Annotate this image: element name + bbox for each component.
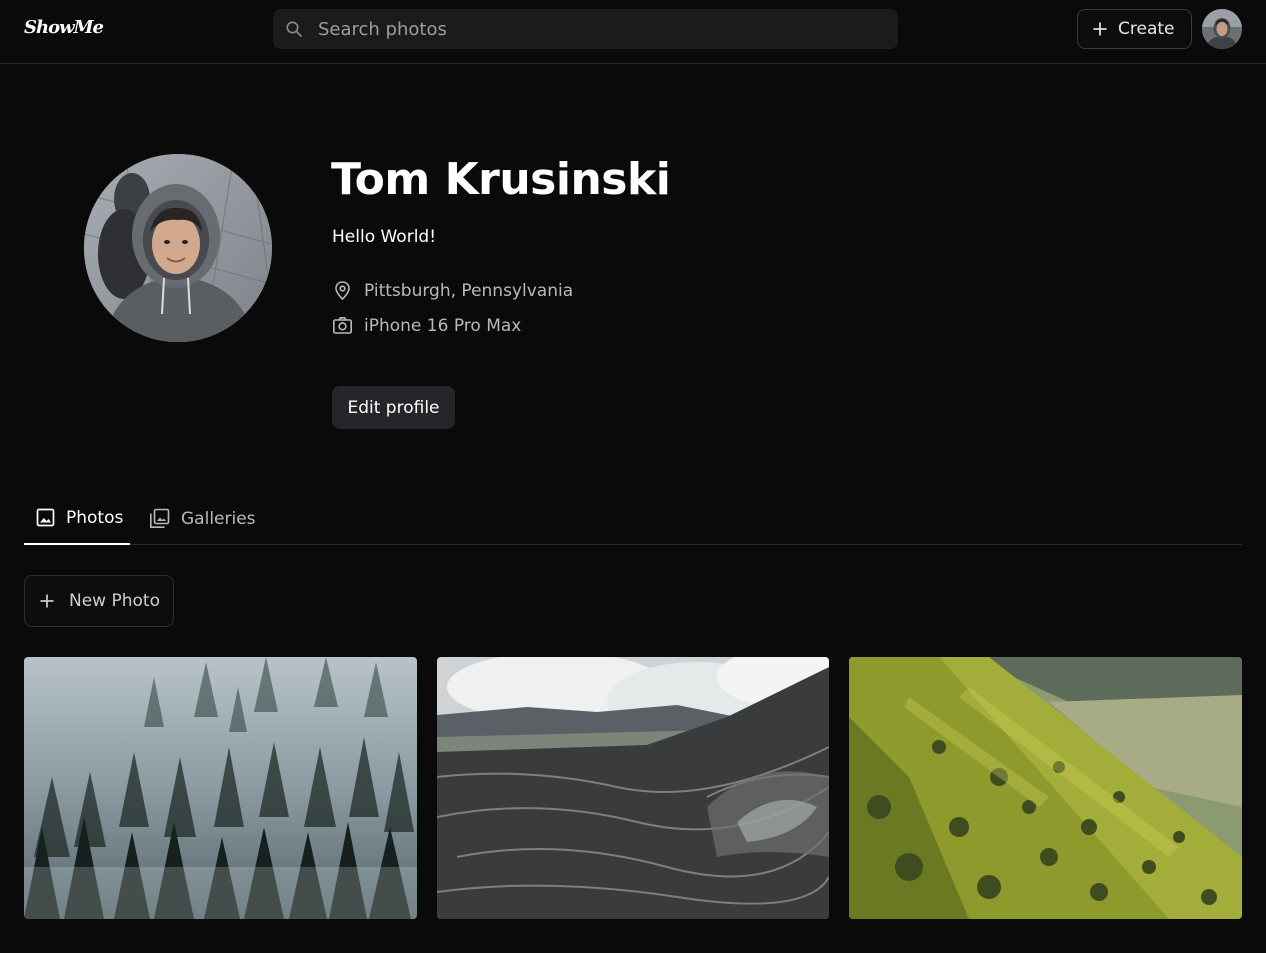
search-input[interactable] — [318, 9, 888, 49]
location-text: Pittsburgh, Pennsylvania — [364, 280, 574, 301]
photo-thumbnail — [437, 657, 829, 919]
profile-location: Pittsburgh, Pennsylvania — [332, 280, 573, 301]
photo-thumbnail — [849, 657, 1242, 919]
app-logo[interactable]: ShowMe — [24, 17, 104, 38]
search-icon — [286, 21, 302, 37]
search-bar[interactable] — [273, 9, 898, 49]
profile-camera: iPhone 16 Pro Max — [332, 315, 521, 336]
top-navigation-bar: ShowMe Create — [0, 0, 1266, 64]
camera-icon — [332, 317, 352, 334]
profile-picture — [84, 154, 272, 342]
tab-photos[interactable]: Photos — [24, 492, 130, 545]
plus-icon — [40, 594, 54, 608]
new-photo-label: New Photo — [69, 591, 160, 611]
new-photo-button[interactable]: New Photo — [24, 575, 174, 627]
tab-galleries[interactable]: Galleries — [149, 492, 256, 545]
photo-card-misty-forest[interactable] — [24, 657, 417, 919]
profile-name: Tom Krusinski — [331, 154, 671, 205]
tab-galleries-label: Galleries — [181, 508, 256, 529]
image-icon — [36, 508, 55, 527]
plus-icon — [1093, 22, 1107, 36]
photo-card-lava-field[interactable] — [437, 657, 829, 919]
camera-text: iPhone 16 Pro Max — [364, 315, 522, 336]
location-pin-icon — [335, 281, 350, 301]
profile-tabs: Photos Galleries — [24, 492, 1242, 545]
profile-bio: Hello World! — [332, 227, 437, 247]
user-avatar-menu[interactable] — [1202, 9, 1242, 49]
create-button[interactable]: Create — [1077, 9, 1192, 49]
tab-photos-label: Photos — [66, 507, 124, 528]
photo-card-green-hills[interactable] — [849, 657, 1242, 919]
gallery-stack-icon — [150, 508, 170, 528]
avatar-image — [1202, 9, 1242, 49]
create-button-label: Create — [1118, 19, 1175, 39]
edit-profile-button[interactable]: Edit profile — [332, 386, 455, 429]
photo-thumbnail — [24, 657, 417, 919]
